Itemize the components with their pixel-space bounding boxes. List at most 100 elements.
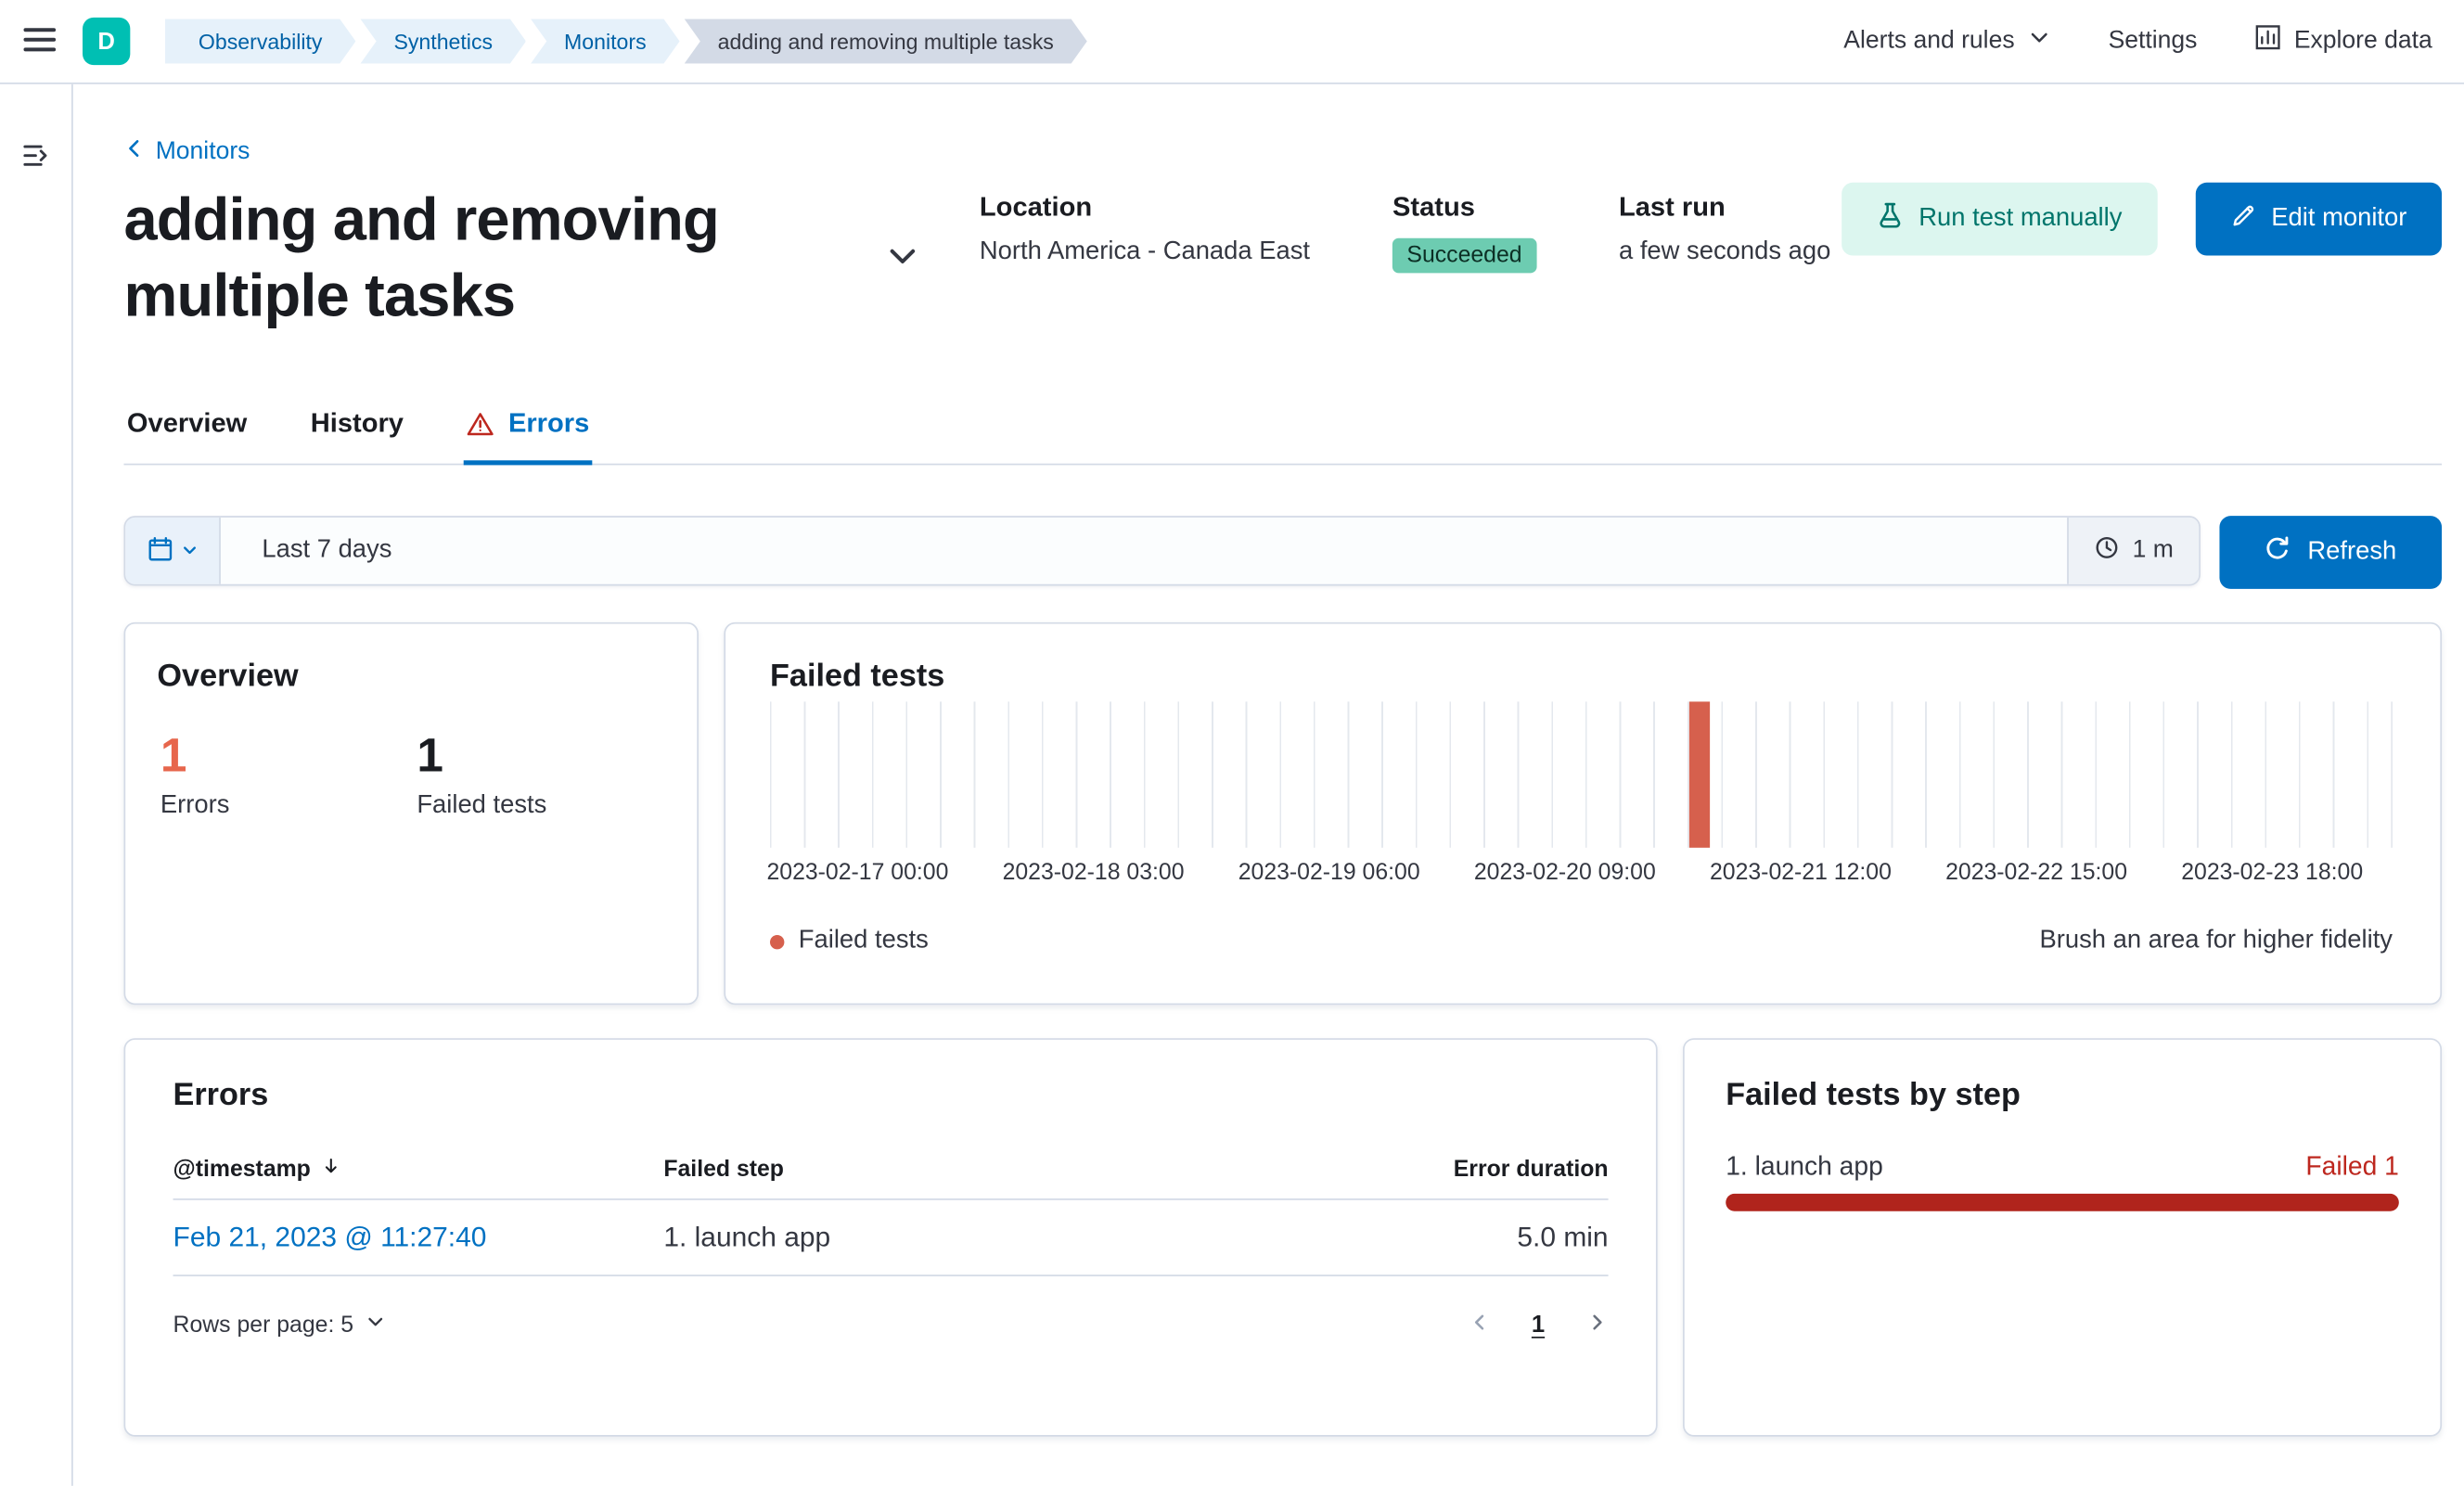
last-run-block: Last run a few seconds ago xyxy=(1619,192,1830,273)
errors-count: 1 xyxy=(160,730,187,783)
breadcrumb-current-monitor: adding and removing multiple tasks xyxy=(685,19,1087,64)
legend-failed-tests[interactable]: Failed tests xyxy=(769,927,929,955)
rows-per-page-button[interactable]: Rows per page: 5 xyxy=(173,1312,386,1339)
x-tick: 2023-02-17 00:00 xyxy=(766,860,949,886)
chevron-down-icon xyxy=(365,1312,385,1339)
monitor-header: adding and removing multiple tasks Locat… xyxy=(123,182,2443,335)
quick-select-button[interactable] xyxy=(125,517,221,584)
chevron-down-icon xyxy=(2027,25,2051,57)
sort-desc-arrow-icon xyxy=(320,1156,340,1183)
error-duration: 5.0 min xyxy=(1517,1221,1609,1253)
failed-tests-chart[interactable] xyxy=(769,701,2393,848)
brush-hint: Brush an area for higher fidelity xyxy=(2039,927,2393,954)
column-error-duration-label: Error duration xyxy=(1453,1156,1609,1183)
super-date-picker: Last 7 days 1 m xyxy=(123,516,2201,586)
failed-tests-by-step-title: Failed tests by step xyxy=(1726,1077,2021,1113)
monitor-switcher-button[interactable] xyxy=(886,239,919,277)
summary-row: Overview 1 Errors 1 Failed tests Failed … xyxy=(123,621,2443,1006)
hamburger-menu-button[interactable] xyxy=(22,21,58,61)
location-block: Location North America - Canada East xyxy=(980,192,1310,273)
edit-monitor-label: Edit monitor xyxy=(2271,204,2407,232)
breadcrumb-synthetics[interactable]: Synthetics xyxy=(361,19,526,64)
overview-stats: 1 Errors 1 Failed tests xyxy=(157,730,665,821)
clock-icon xyxy=(2095,534,2120,568)
step-failure-bar xyxy=(1726,1193,2399,1211)
settings-link[interactable]: Settings xyxy=(2109,27,2198,56)
back-link-label: Monitors xyxy=(155,137,250,165)
page-number-1[interactable]: 1 xyxy=(1532,1312,1545,1339)
errors-count-label: Errors xyxy=(160,791,230,820)
error-failed-step: 1. launch app xyxy=(663,1221,831,1253)
top-bar: D Observability Synthetics Monitors addi… xyxy=(0,0,2464,84)
refresh-label: Refresh xyxy=(2307,538,2397,566)
last-run-label: Last run xyxy=(1618,192,1726,223)
legend-dot-icon xyxy=(769,934,785,949)
settings-label: Settings xyxy=(2108,27,2198,55)
errors-stat: 1 Errors xyxy=(160,730,230,821)
x-tick: 2023-02-18 03:00 xyxy=(1002,860,1185,886)
chevron-left-icon xyxy=(1468,1312,1490,1339)
monitor-meta: Location North America - Canada East Sta… xyxy=(980,192,1830,274)
column-timestamp-sort[interactable]: @timestamp xyxy=(173,1156,664,1183)
breadcrumb-observability[interactable]: Observability xyxy=(165,19,355,64)
column-failed-step-label: Failed step xyxy=(663,1156,784,1183)
column-timestamp-label: @timestamp xyxy=(173,1156,311,1183)
monitor-tabs: Overview History Errors xyxy=(123,407,2443,466)
chart-footer: Failed tests Brush an area for higher fi… xyxy=(769,927,2393,955)
errors-panel-title: Errors xyxy=(173,1077,269,1113)
edit-monitor-button[interactable]: Edit monitor xyxy=(2195,182,2443,256)
refresh-icon xyxy=(2265,535,2291,570)
status-block: Status Succeeded xyxy=(1392,192,1536,274)
rows-per-page-label: Rows per page: 5 xyxy=(173,1312,354,1338)
status-badge: Succeeded xyxy=(1392,237,1536,274)
x-tick: 2023-02-21 12:00 xyxy=(1709,860,1892,886)
back-to-monitors-link[interactable]: Monitors xyxy=(123,138,250,167)
failed-tests-panel-title: Failed tests xyxy=(769,659,945,694)
alerts-and-rules-menu[interactable]: Alerts and rules xyxy=(1843,25,2051,57)
overview-panel-title: Overview xyxy=(157,659,299,694)
run-test-manually-label: Run test manually xyxy=(1919,204,2123,232)
explore-data-label: Explore data xyxy=(2293,27,2432,55)
pencil-icon xyxy=(2230,202,2255,236)
chevron-down-icon xyxy=(180,539,198,563)
deployment-badge[interactable]: D xyxy=(82,17,131,66)
next-page-button[interactable] xyxy=(1586,1312,1609,1339)
failed-test-bar[interactable] xyxy=(1688,701,1711,848)
step-row: 1. launch app Failed 1 xyxy=(1726,1152,2399,1183)
refresh-interval-button[interactable]: 1 m xyxy=(2067,517,2200,584)
expand-sidebar-button[interactable] xyxy=(21,141,50,174)
tab-history[interactable]: History xyxy=(307,408,406,464)
tab-errors-label: Errors xyxy=(507,407,590,439)
collapsed-sidebar xyxy=(0,83,73,1486)
chevron-right-icon xyxy=(1586,1312,1609,1339)
failed-tests-stat: 1 Failed tests xyxy=(417,730,546,821)
legend-label: Failed tests xyxy=(798,927,929,954)
alerts-and-rules-label: Alerts and rules xyxy=(1843,27,2015,55)
chart-x-axis: 2023-02-17 00:00 2023-02-18 03:00 2023-0… xyxy=(766,860,2393,890)
refresh-button[interactable]: Refresh xyxy=(2219,516,2443,589)
previous-page-button[interactable] xyxy=(1468,1312,1490,1339)
table-row: Feb 21, 2023 @ 11:27:40 1. launch app 5.… xyxy=(173,1200,1609,1276)
calendar-icon xyxy=(147,536,172,567)
time-controls: Last 7 days 1 m Refresh xyxy=(123,516,2443,589)
chevron-down-icon xyxy=(886,249,919,278)
last-run-value: a few seconds ago xyxy=(1618,237,1831,265)
breadcrumb-monitors[interactable]: Monitors xyxy=(531,19,679,64)
warning-triangle-icon xyxy=(467,410,494,437)
explore-data-icon xyxy=(2254,24,2281,59)
error-timestamp-link[interactable]: Feb 21, 2023 @ 11:27:40 xyxy=(173,1221,664,1254)
date-range-value[interactable]: Last 7 days xyxy=(221,536,2068,565)
run-test-manually-button[interactable]: Run test manually xyxy=(1841,182,2158,256)
breadcrumb: Observability Synthetics Monitors adding… xyxy=(165,19,1087,64)
failed-tests-panel: Failed tests 2023-02-17 00:00 2023-02-18… xyxy=(724,621,2443,1006)
flask-icon xyxy=(1876,201,1903,237)
tab-overview[interactable]: Overview xyxy=(123,408,250,464)
location-value: North America - Canada East xyxy=(979,237,1311,265)
tab-errors[interactable]: Errors xyxy=(464,407,593,466)
synthetics-monitor-page: D Observability Synthetics Monitors addi… xyxy=(0,0,2464,1486)
explore-data-link[interactable]: Explore data xyxy=(2254,24,2432,59)
step-failed-count: Failed 1 xyxy=(2305,1152,2399,1182)
errors-table-footer: Rows per page: 5 1 xyxy=(173,1312,1609,1339)
failed-tests-count: 1 xyxy=(417,730,443,783)
top-nav: Alerts and rules Settings Explore data xyxy=(1843,24,2432,59)
